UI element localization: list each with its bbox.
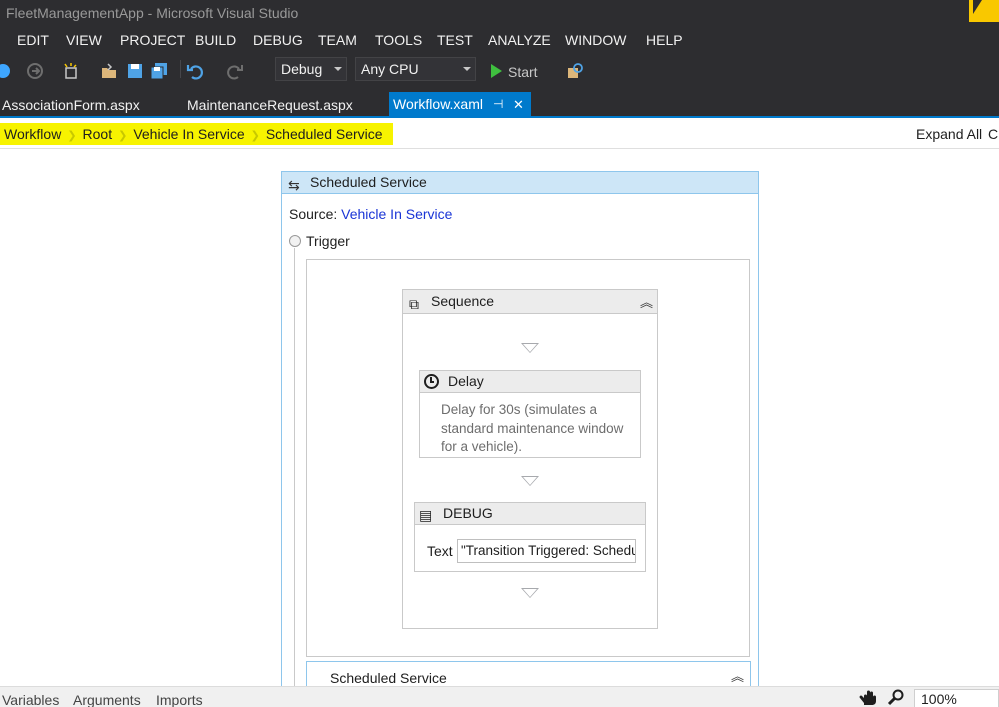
variables-tab[interactable]: Variables <box>2 692 59 707</box>
debug-activity[interactable]: ▤ DEBUG Text "Transition Triggered: Sche… <box>414 502 646 572</box>
trigger-label: Trigger <box>306 233 350 249</box>
transition-title: Scheduled Service <box>330 670 447 686</box>
drop-target-icon[interactable] <box>521 588 539 598</box>
undo-icon[interactable] <box>186 62 204 80</box>
platform-select[interactable]: Any CPU <box>355 57 476 81</box>
expand-all-link[interactable]: Expand All <box>916 126 982 142</box>
breadcrumb-workflow[interactable]: Workflow <box>4 126 61 142</box>
breadcrumb-vehicle-in-service[interactable]: Vehicle In Service <box>133 126 244 142</box>
sequence-icon: ⧉ <box>409 296 419 312</box>
menu-analyze[interactable]: ANALYZE <box>488 32 551 48</box>
menu-edit[interactable]: EDIT <box>17 32 49 48</box>
trigger-radio[interactable] <box>289 235 301 247</box>
transition-scheduled-service[interactable]: Scheduled Service ︽ <box>306 661 751 686</box>
zoom-level-value: 100% <box>921 691 957 707</box>
menu-help[interactable]: HELP <box>646 32 683 48</box>
state-title: Scheduled Service <box>310 174 427 190</box>
toolbar: Start <box>0 54 999 90</box>
trigger-drop-area[interactable]: ⧉ Sequence ︽ Delay Delay for 30s (simula… <box>306 259 750 657</box>
designer-footer: Variables Arguments Imports 100% <box>0 686 999 707</box>
menu-bar: EDIT VIEW PROJECT BUILD DEBUG TEAM TOOLS… <box>0 28 999 54</box>
collapse-icon[interactable]: ︽ <box>640 291 653 314</box>
chevron-down-icon <box>463 67 471 71</box>
sequence-activity[interactable]: ⧉ Sequence ︽ Delay Delay for 30s (simula… <box>402 289 658 629</box>
chevron-right-icon: ❯ <box>118 130 128 142</box>
state-header: ⇆ Scheduled Service <box>282 172 758 194</box>
tab-workflow-label: Workflow.xaml <box>393 96 483 112</box>
redo-icon[interactable] <box>226 62 244 80</box>
transition-icon: ⇆ <box>288 177 300 193</box>
tab-association-form[interactable]: AssociationForm.aspx <box>0 94 144 118</box>
configuration-select[interactable]: Debug <box>275 57 347 81</box>
breadcrumb: Workflow ❯ Root ❯ Vehicle In Service ❯ Schedul… <box>0 123 393 145</box>
zoom-icon[interactable] <box>887 689 905 706</box>
title-bar: FleetManagementApp - Microsoft Visual St… <box>0 0 999 28</box>
menu-window[interactable]: WINDOW <box>565 32 626 48</box>
collapse-icon[interactable]: ︽ <box>731 666 744 685</box>
new-project-icon[interactable] <box>62 62 80 80</box>
close-icon[interactable]: ✕ <box>513 92 524 117</box>
menu-build[interactable]: BUILD <box>195 32 236 48</box>
breadcrumb-bar: Workflow ❯ Root ❯ Vehicle In Service ❯ Schedul… <box>0 118 999 149</box>
menu-team[interactable]: TEAM <box>318 32 357 48</box>
drop-target-icon[interactable] <box>521 343 539 353</box>
debug-header: ▤ DEBUG <box>415 503 645 525</box>
delay-description: Delay for 30s (simulates a standard main… <box>441 402 624 454</box>
debug-title: DEBUG <box>443 505 493 521</box>
source-label: Source: <box>289 206 338 222</box>
menu-debug[interactable]: DEBUG <box>253 32 303 48</box>
save-icon[interactable] <box>126 62 144 80</box>
collapse-all-link[interactable]: C <box>988 126 998 142</box>
state-scheduled-service[interactable]: ⇆ Scheduled Service Source: Vehicle In S… <box>281 171 759 686</box>
imports-tab[interactable]: Imports <box>156 692 203 707</box>
drop-target-icon[interactable] <box>521 476 539 486</box>
breadcrumb-root[interactable]: Root <box>83 126 113 142</box>
platform-value: Any CPU <box>361 61 419 77</box>
chevron-right-icon: ❯ <box>250 130 260 142</box>
designer-canvas: ⇆ Scheduled Service Source: Vehicle In S… <box>0 149 999 686</box>
zoom-level-select[interactable]: 100% <box>914 689 999 707</box>
transition-source: Source: Vehicle In Service <box>289 206 452 222</box>
menu-tools[interactable]: TOOLS <box>375 32 422 48</box>
start-button[interactable]: Start <box>508 61 538 83</box>
chevron-down-icon <box>334 67 342 71</box>
menu-view[interactable]: VIEW <box>66 32 102 48</box>
feedback-flag-icon[interactable] <box>969 0 999 22</box>
document-tabs: AssociationForm.aspx MaintenanceRequest.… <box>0 90 999 118</box>
tab-maintenance-request[interactable]: MaintenanceRequest.aspx <box>183 94 357 118</box>
delay-title: Delay <box>448 373 484 389</box>
tab-workflow[interactable]: Workflow.xaml ⊣ ✕ <box>389 92 531 118</box>
write-line-icon: ▤ <box>419 507 433 523</box>
sequence-title: Sequence <box>431 293 495 309</box>
breadcrumb-scheduled-service[interactable]: Scheduled Service <box>266 126 383 142</box>
save-all-icon[interactable] <box>150 62 168 80</box>
pin-icon[interactable]: ⊣ <box>493 92 503 117</box>
chevron-right-icon: ❯ <box>67 130 77 142</box>
pan-hand-icon[interactable] <box>859 689 877 706</box>
window-title: FleetManagementApp - Microsoft Visual St… <box>6 5 299 21</box>
text-input[interactable]: "Transition Triggered: Scheduled Service… <box>457 539 636 563</box>
open-file-icon[interactable] <box>100 62 118 80</box>
start-icon[interactable] <box>487 62 505 80</box>
forward-icon[interactable] <box>26 62 44 80</box>
source-link[interactable]: Vehicle In Service <box>341 206 452 222</box>
configuration-value: Debug <box>281 61 323 77</box>
delay-activity[interactable]: Delay Delay for 30s (simulates a standar… <box>419 370 641 458</box>
back-icon[interactable] <box>0 62 12 80</box>
clock-icon <box>424 374 439 389</box>
menu-project[interactable]: PROJECT <box>120 32 185 48</box>
sequence-header: ⧉ Sequence ︽ <box>403 290 657 314</box>
arguments-tab[interactable]: Arguments <box>73 692 141 707</box>
find-in-files-icon[interactable] <box>566 62 584 80</box>
text-label: Text <box>427 543 453 559</box>
delay-header: Delay <box>420 371 640 393</box>
connector-line <box>294 248 295 686</box>
menu-test[interactable]: TEST <box>437 32 473 48</box>
